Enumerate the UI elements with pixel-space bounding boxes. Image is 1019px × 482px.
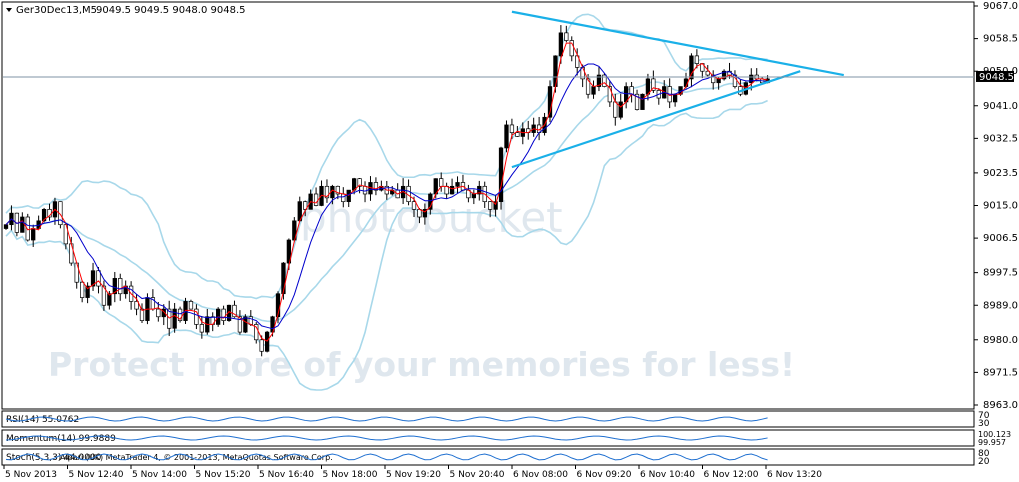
x-tick-label: 5 Nov 20:40 [450,470,505,480]
x-tick-label: 6 Nov 09:20 [577,470,632,480]
candle-body [199,324,204,333]
x-tick-label: 5 Nov 14:00 [132,470,187,480]
x-tick-label: 5 Nov 12:40 [69,470,124,480]
candle-body [439,178,444,187]
x-tick-label: 5 Nov 18:00 [323,470,378,480]
candle-body [471,193,476,199]
candle-body [504,124,509,149]
x-axis: 5 Nov 2013 5 Nov 12:40 5 Nov 14:00 5 Nov 15… [3,465,822,480]
candle-body [618,101,623,118]
candle-body [80,281,85,298]
candle-body [449,185,455,195]
candle-body [20,216,25,233]
y-tick-label: 9015.0 [983,201,1018,212]
y-tick-label: 9058.5 [983,34,1018,45]
candle-body [444,185,449,195]
candle-body [509,124,515,133]
candle-body [455,182,460,187]
y-tick-label: 9041.0 [983,101,1018,112]
candle-body [188,301,194,310]
y-tick-label: 9050.0 [983,66,1018,77]
rsi-line [5,416,768,422]
momentum-scale-low: 99.957 [978,438,1006,447]
candle-body [613,101,618,118]
candle-body [716,78,721,84]
watermark-text: Protect more of your memories for less! [48,345,795,384]
y-tick-label: 9006.5 [983,233,1018,244]
y-tick-label: 8997.5 [983,268,1018,279]
x-tick-label: 6 Nov 12:00 [704,470,759,480]
candle-body [558,32,564,57]
candle-body [3,224,9,229]
symbol-label: Ger30Dec13,M5 [16,5,97,16]
candle-body [488,201,493,210]
y-tick-label: 8980.0 [983,335,1018,346]
rsi-label: RSI(14) 55.0762 [6,415,79,425]
candle-body [118,278,123,295]
candle-body [264,331,270,352]
y-tick-label: 8971.5 [983,367,1018,378]
ohlc-values: 9049.5 9049.5 9048.0 9048.5 [96,5,246,16]
bb-upper-band [5,13,768,300]
x-tick-label: 5 Nov 15:20 [196,470,251,480]
y-tick-label: 9067.0 [983,1,1018,12]
candle-body [248,316,253,325]
y-tick-label: 8963.0 [983,400,1018,411]
y-tick-label: 9032.5 [983,133,1018,144]
y-tick-label: 9023.5 [983,168,1018,179]
momentum-line [5,435,768,441]
x-tick-label: 5 Nov 16:40 [259,470,314,480]
candles [3,25,770,357]
candle-body [156,308,161,318]
x-tick-label: 6 Nov 13:20 [767,470,822,480]
candle-body [243,316,248,333]
candle-body [645,78,651,95]
candle-body [672,93,678,103]
candle-body [259,339,264,352]
y-axis: 9067.0 9058.5 9050.0 9041.0 9032.5 9023.5 9015… [974,1,1018,411]
caret-down-icon [6,8,12,12]
candle-body [694,55,700,64]
candle-body [313,193,319,206]
x-tick-label: 6 Nov 08:00 [513,470,568,480]
candle-body [221,308,226,321]
candle-body [341,193,346,203]
candle-body [96,270,101,287]
candle-body [591,86,596,95]
candle-body [689,55,694,80]
candle-body [515,132,520,137]
candle-body [749,74,754,84]
candle-body [31,228,36,241]
candle-body [417,208,422,218]
candle-body [411,201,417,210]
x-tick-label: 5 Nov 2013 [5,470,57,480]
candle-body [498,147,504,203]
indicator-panels: RSI(14) 55.0762 Momentum(14) 99.9889 Sto… [5,411,1011,467]
x-tick-label: 6 Nov 10:40 [640,470,695,480]
chart-canvas: photobucket Protect more of your memorie… [1,1,1018,480]
chart-header: Ger30Dec13,M5 9049.5 9049.5 9048.0 9048.… [6,5,246,16]
x-tick-label: 5 Nov 19:20 [386,470,441,480]
y-tick-label: 8989.0 [983,300,1018,311]
candle-body [629,86,634,95]
candle-body [346,189,351,203]
candle-body [564,32,569,41]
stoch-scale-low: 20 [978,457,990,467]
rsi-scale-low: 30 [978,419,990,429]
candle-body [640,93,645,110]
rsi-panel-frame [1,410,975,428]
